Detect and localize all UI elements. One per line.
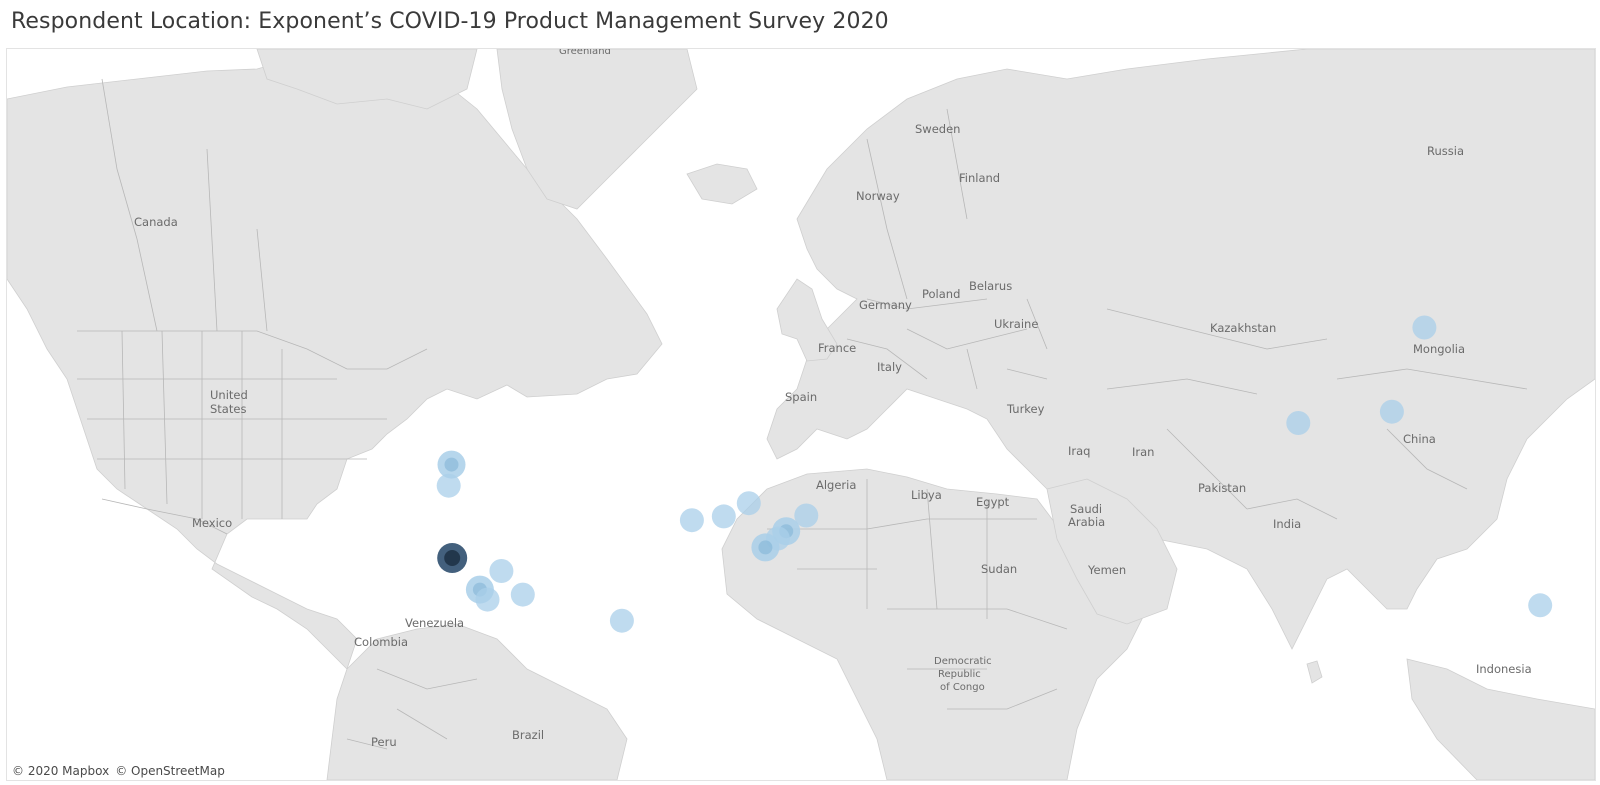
respondent-point-core — [444, 550, 461, 566]
map-label: States — [210, 402, 246, 416]
mapbox-attribution[interactable]: © 2020 Mapbox — [12, 764, 109, 778]
respondent-point[interactable] — [1379, 399, 1404, 424]
map-label: Egypt — [976, 495, 1010, 509]
map-label: Canada — [134, 215, 178, 229]
respondent-point[interactable] — [475, 587, 500, 612]
map-label: Pakistan — [1198, 481, 1246, 495]
map-label: Ukraine — [994, 317, 1038, 331]
map-label: Poland — [922, 287, 960, 301]
map-label: France — [818, 341, 856, 355]
respondent-point[interactable] — [736, 491, 761, 516]
respondent-point-core — [758, 540, 773, 555]
map-view[interactable]: Greenland Canada United States Mexico Ve… — [6, 48, 1596, 781]
respondent-point[interactable] — [711, 504, 736, 529]
map-label: Iraq — [1068, 444, 1090, 458]
map-label: Venezuela — [405, 616, 464, 630]
respondent-point[interactable] — [609, 608, 634, 633]
map-label: Mexico — [192, 516, 232, 530]
map-label: Arabia — [1068, 515, 1105, 529]
respondent-point[interactable] — [1412, 315, 1437, 340]
map-label: Russia — [1427, 144, 1464, 158]
respondent-point-core — [444, 457, 459, 472]
respondent-point[interactable] — [1286, 411, 1311, 435]
map-label: Brazil — [512, 728, 544, 742]
map-label: China — [1403, 432, 1436, 446]
map-label: Libya — [911, 488, 942, 502]
map-label: Finland — [959, 171, 1000, 185]
respondent-point[interactable] — [1528, 593, 1553, 618]
map-label: Republic — [938, 669, 981, 680]
map-label: Algeria — [816, 478, 856, 492]
map-label: Democratic — [934, 656, 992, 667]
map-label: India — [1273, 517, 1301, 531]
map-label: Saudi — [1070, 502, 1102, 516]
osm-attribution[interactable]: © OpenStreetMap — [115, 764, 225, 778]
map-label: of Congo — [940, 682, 985, 693]
map-label: Indonesia — [1476, 662, 1532, 676]
map-label: Colombia — [354, 635, 408, 649]
world-map[interactable]: Greenland Canada United States Mexico Ve… — [7, 49, 1595, 780]
respondent-point[interactable] — [436, 473, 461, 498]
map-label: Peru — [371, 735, 397, 749]
map-label: Kazakhstan — [1210, 321, 1276, 335]
map-label: Mongolia — [1413, 342, 1465, 356]
map-label: Turkey — [1006, 402, 1045, 416]
landmass-sri-lanka — [1306, 660, 1323, 684]
map-label: Greenland — [559, 49, 611, 57]
map-label: Spain — [785, 390, 817, 404]
map-label: United — [210, 388, 248, 402]
map-label: Belarus — [969, 279, 1012, 293]
map-label: Italy — [877, 360, 902, 374]
respondent-point[interactable] — [679, 508, 704, 533]
map-label: Sweden — [915, 122, 960, 136]
map-attribution[interactable]: © 2020 Mapbox © OpenStreetMap — [12, 764, 231, 778]
page-title: Respondent Location: Exponent’s COVID-19… — [11, 9, 889, 34]
landmass-iceland — [686, 163, 758, 205]
respondent-point[interactable] — [489, 559, 514, 583]
landmass-indonesia — [1406, 658, 1595, 780]
map-label: Iran — [1132, 445, 1154, 459]
respondent-point[interactable] — [510, 582, 535, 607]
map-label: Sudan — [981, 562, 1017, 576]
map-label: Norway — [856, 189, 900, 203]
map-label: Germany — [859, 298, 912, 312]
map-label: Yemen — [1087, 563, 1126, 577]
